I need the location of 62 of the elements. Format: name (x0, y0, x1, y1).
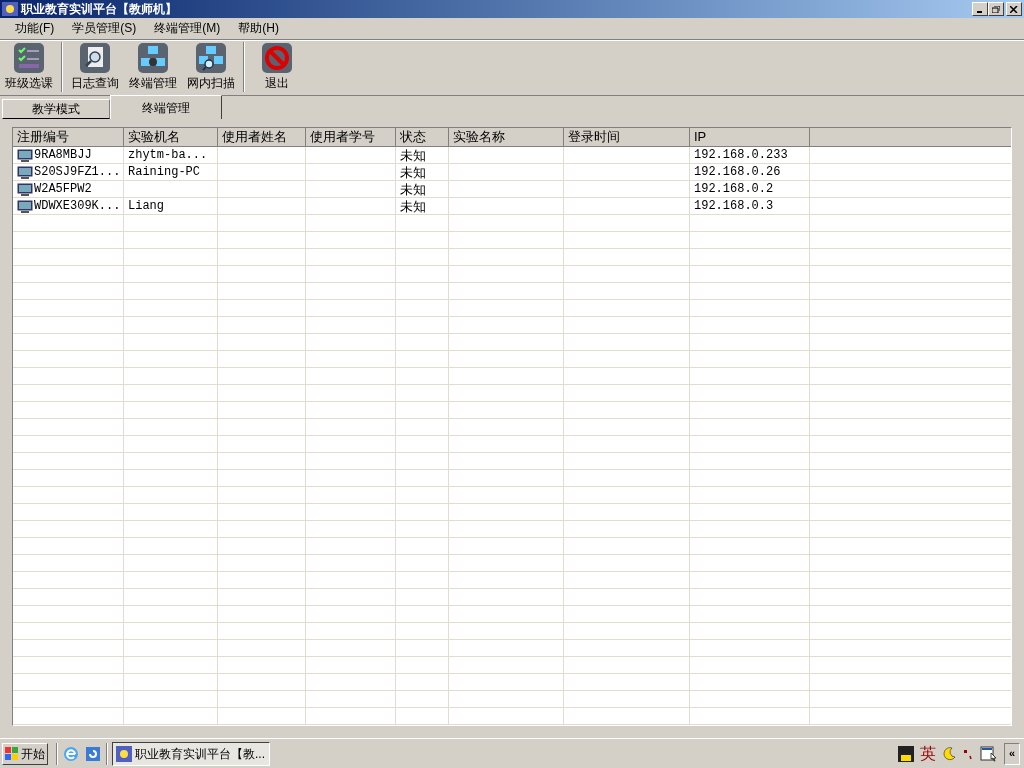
column-header[interactable]: 实验机名 (124, 128, 218, 148)
table-cell-text: 192.168.0.3 (694, 198, 774, 216)
table-cell-text: 未知 (400, 180, 426, 199)
network-magnifier-icon (195, 42, 227, 75)
column-header[interactable]: 使用者学号 (306, 128, 396, 148)
table-cell-text: 未知 (400, 163, 426, 182)
network-gear-icon (137, 42, 169, 75)
table-cell-text: 192.168.0.2 (694, 181, 774, 199)
close-icon (1010, 5, 1018, 13)
table-cell-text: 192.168.0.26 (694, 164, 781, 182)
table-cell-text: WDWXE309K... (34, 198, 121, 216)
window-title: 职业教育实训平台【教师机】 (21, 1, 177, 18)
close-button[interactable] (1006, 2, 1022, 16)
magnifier-document-icon (79, 42, 111, 75)
moon-icon[interactable] (942, 746, 956, 761)
column-header[interactable]: 注册编号 (13, 128, 124, 148)
computer-icon (17, 182, 33, 196)
ime-mode-indicator[interactable]: 英 (920, 741, 936, 766)
prohibited-icon (261, 42, 293, 75)
menu-item[interactable]: 终端管理(M) (145, 18, 230, 39)
toolbar-button[interactable]: 终端管理 (124, 42, 182, 93)
app-icon (2, 2, 18, 16)
table-cell-text: W2A5FPW2 (34, 181, 92, 199)
toolbar-button[interactable]: 网内扫描 (182, 42, 240, 93)
taskbar-window-button[interactable]: 职业教育实训平台【教... (112, 741, 270, 766)
menu-item[interactable]: 学员管理(S) (63, 18, 146, 39)
menu-item[interactable]: 功能(F) (6, 18, 64, 39)
restore-icon (992, 5, 1000, 13)
table-cell-text: S20SJ9FZ1... (34, 164, 121, 182)
checklist-icon (13, 42, 45, 75)
toolbar-button[interactable]: 日志查询 (66, 42, 124, 93)
expand-tray-button[interactable]: « (1004, 742, 1020, 765)
app-icon (116, 745, 132, 762)
toolbar-button[interactable]: 班级选课 (0, 42, 58, 93)
table-cell-text: 未知 (400, 146, 426, 165)
table-cell-text: 未知 (400, 197, 426, 216)
table-cell-text: 192.168.0.233 (694, 147, 788, 165)
table-cell-text: 9RA8MBJJ (34, 147, 92, 165)
table-cell-text: zhytm-ba... (128, 147, 208, 165)
computer-icon (17, 199, 33, 213)
column-header[interactable]: IP (690, 128, 810, 148)
column-header[interactable]: 实验名称 (449, 128, 564, 148)
soft-keyboard-icon[interactable] (980, 745, 998, 762)
table-cell-text: Raining-PC (128, 164, 200, 182)
toolbar-button[interactable]: 退出 (248, 42, 306, 93)
ime-keyboard-icon[interactable] (898, 745, 914, 762)
browser-e-icon[interactable] (62, 744, 80, 763)
computer-icon (17, 165, 33, 179)
tab[interactable]: 教学模式 (2, 99, 110, 120)
minimize-button[interactable] (972, 2, 988, 16)
column-header[interactable]: 使用者姓名 (218, 128, 306, 148)
tab[interactable]: 终端管理 (110, 95, 222, 120)
refresh-document-icon[interactable] (84, 744, 102, 763)
column-header[interactable]: 登录时间 (564, 128, 690, 148)
computer-icon (17, 148, 33, 162)
column-header[interactable]: 状态 (396, 128, 449, 148)
start-button[interactable]: 开始 (2, 742, 48, 765)
punctuation-icon[interactable] (962, 747, 974, 760)
windows-logo-icon (5, 746, 19, 761)
restore-button[interactable] (988, 2, 1004, 16)
table-cell-text: Liang (128, 198, 164, 216)
menu-item[interactable]: 帮助(H) (229, 18, 288, 39)
